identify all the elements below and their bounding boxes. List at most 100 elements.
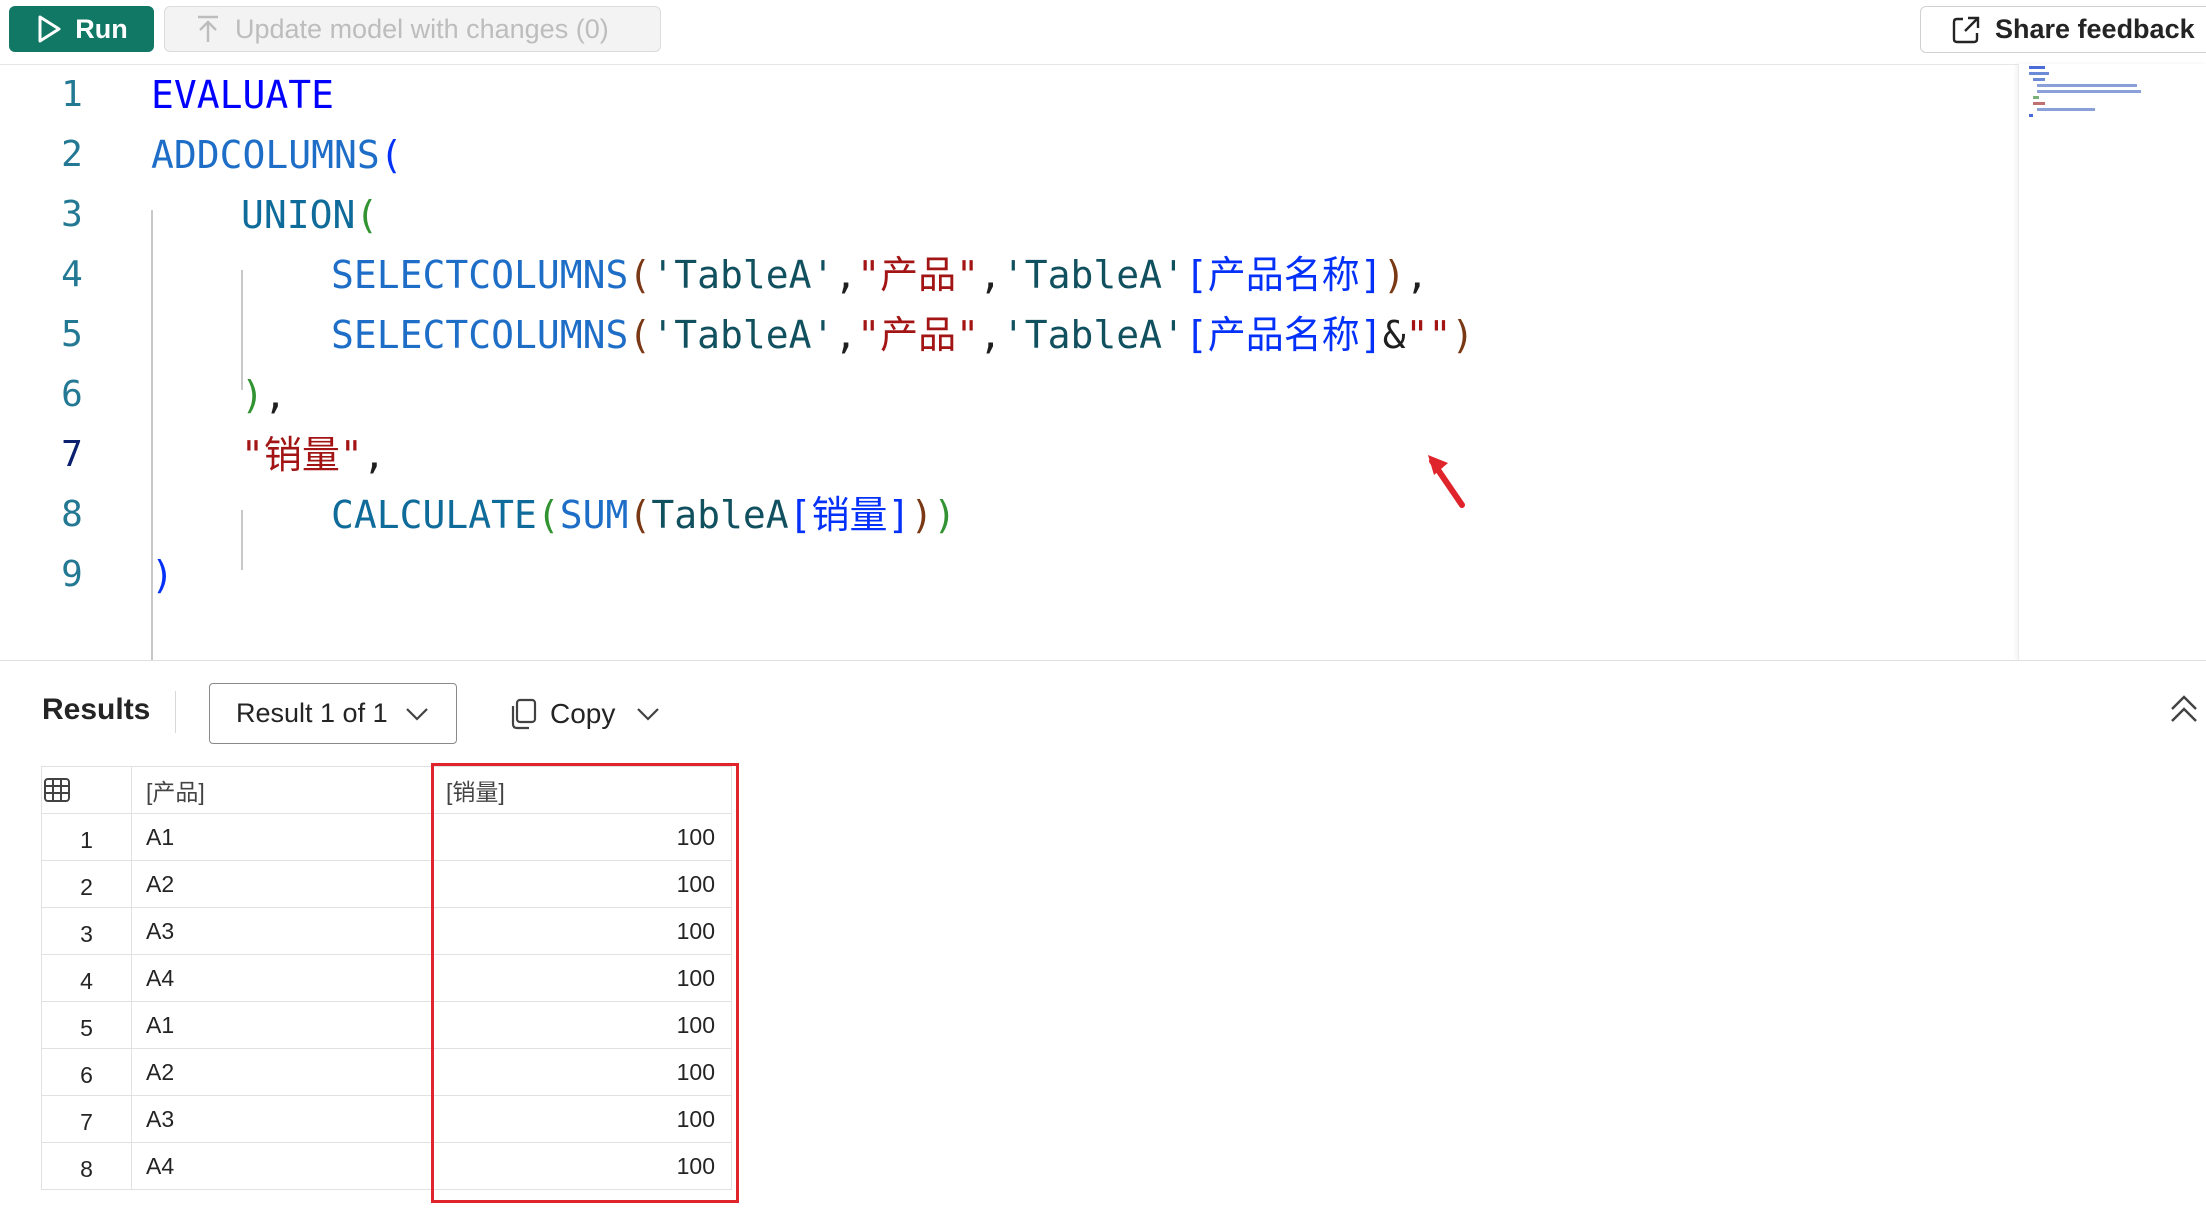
table-corner[interactable] xyxy=(41,766,132,814)
code-token: ( xyxy=(379,133,403,177)
code-token: UNION xyxy=(241,193,356,237)
results-title: Results xyxy=(42,693,151,726)
code-line[interactable]: 2 ADDCOLUMNS( xyxy=(0,125,2018,185)
code-token: ) xyxy=(933,493,957,537)
code-token: "产品" xyxy=(857,253,979,297)
table-row[interactable]: 5 A1 100 xyxy=(41,1001,732,1049)
row-index[interactable]: 1 xyxy=(41,813,132,861)
update-model-button[interactable]: Update model with changes (0) xyxy=(164,6,661,52)
copy-button[interactable]: Copy xyxy=(510,691,661,736)
minimap-line xyxy=(2029,114,2033,117)
code-token: [产品名称] xyxy=(1184,253,1383,297)
divider xyxy=(175,691,176,733)
product-cell[interactable]: A2 xyxy=(131,860,432,908)
play-icon xyxy=(38,15,61,43)
code-token: 'TableA' xyxy=(651,313,835,357)
sales-cell[interactable]: 100 xyxy=(431,954,732,1002)
sales-cell[interactable]: 100 xyxy=(431,907,732,955)
share-feedback-label: Share feedback xyxy=(1995,14,2195,44)
line-number: 3 xyxy=(61,194,83,235)
toolbar: Run Update model with changes (0) Share … xyxy=(0,0,2206,65)
minimap-line xyxy=(2037,90,2141,93)
code-token: SELECTCOLUMNS xyxy=(331,253,629,297)
code-line[interactable]: 4 SELECTCOLUMNS('TableA',"产品",'TableA'[产品… xyxy=(0,245,2018,305)
code-token: , xyxy=(834,253,858,297)
row-index[interactable]: 5 xyxy=(41,1001,132,1049)
row-index[interactable]: 7 xyxy=(41,1095,132,1143)
code-line[interactable]: 7 "销量", xyxy=(0,425,2018,485)
chevron-down-icon xyxy=(637,707,660,721)
column-header-sales[interactable]: [销量] xyxy=(431,766,732,814)
minimap-line xyxy=(2033,78,2045,81)
product-cell[interactable]: A4 xyxy=(131,1142,432,1190)
run-button[interactable]: Run xyxy=(9,6,154,52)
row-index[interactable]: 8 xyxy=(41,1142,132,1190)
results-table: [产品] [销量] 1 A1 100 2 A2 100 3 A3 100 4 A4 100 5 A1 100… xyxy=(41,766,732,1190)
line-number: 6 xyxy=(61,374,83,415)
row-index[interactable]: 6 xyxy=(41,1048,132,1096)
row-index[interactable]: 4 xyxy=(41,954,132,1002)
code-token: , xyxy=(1405,253,1429,297)
code-token: ADDCOLUMNS xyxy=(151,133,380,177)
code-token: ( xyxy=(628,493,652,537)
sales-cell[interactable]: 100 xyxy=(431,813,732,861)
result-selector-dropdown[interactable]: Result 1 of 1 xyxy=(209,683,457,744)
product-cell[interactable]: A1 xyxy=(131,813,432,861)
line-number: 2 xyxy=(61,134,83,175)
row-index[interactable]: 3 xyxy=(41,907,132,955)
share-feedback-button[interactable]: Share feedback xyxy=(1920,6,2206,53)
product-cell[interactable]: A1 xyxy=(131,1001,432,1049)
minimap-line xyxy=(2037,84,2137,87)
code-line[interactable]: 9) xyxy=(0,545,2018,605)
code-token: EVALUATE xyxy=(151,73,335,117)
sales-cell[interactable]: 100 xyxy=(431,1142,732,1190)
code-text: ) xyxy=(151,545,174,605)
dax-code-editor[interactable]: 1 EVALUATE 2 ADDCOLUMNS(3 UNION(4 SELECTCOLUM… xyxy=(0,65,2018,660)
table-row[interactable]: 3 A3 100 xyxy=(41,907,732,955)
code-token: & xyxy=(1382,313,1406,357)
code-line[interactable]: 1 EVALUATE xyxy=(0,65,2018,125)
product-cell[interactable]: A2 xyxy=(131,1048,432,1096)
sales-cell[interactable]: 100 xyxy=(431,1001,732,1049)
product-cell[interactable]: A3 xyxy=(131,1095,432,1143)
code-line[interactable]: 6), xyxy=(0,365,2018,425)
code-line[interactable]: 3 UNION( xyxy=(0,185,2018,245)
code-token: 'TableA' xyxy=(651,253,835,297)
code-text: "销量", xyxy=(241,425,386,485)
product-cell[interactable]: A4 xyxy=(131,954,432,1002)
product-cell[interactable]: A3 xyxy=(131,907,432,955)
chevron-down-icon xyxy=(405,707,428,721)
code-minimap[interactable] xyxy=(2018,64,2206,660)
sales-cell[interactable]: 100 xyxy=(431,860,732,908)
line-number: 5 xyxy=(61,314,83,355)
code-text: ADDCOLUMNS( xyxy=(151,125,403,185)
table-row[interactable]: 1 A1 100 xyxy=(41,813,732,861)
table-header-row: [产品] [销量] xyxy=(41,766,732,814)
code-token: "产品" xyxy=(857,313,979,357)
table-row[interactable]: 2 A2 100 xyxy=(41,860,732,908)
code-text: ), xyxy=(241,365,287,425)
code-line[interactable]: 5 SELECTCOLUMNS('TableA',"产品",'TableA'[产品… xyxy=(0,305,2018,365)
code-token: "销量" xyxy=(241,433,363,477)
row-index[interactable]: 2 xyxy=(41,860,132,908)
code-text: UNION( xyxy=(241,185,378,245)
table-row[interactable]: 7 A3 100 xyxy=(41,1095,732,1143)
table-row[interactable]: 6 A2 100 xyxy=(41,1048,732,1096)
column-header-product[interactable]: [产品] xyxy=(131,766,432,814)
collapse-up-icon[interactable] xyxy=(2168,691,2200,727)
table-row[interactable]: 8 A4 100 xyxy=(41,1142,732,1190)
code-token: [销量] xyxy=(788,493,911,537)
results-header: Results Result 1 of 1 Copy xyxy=(0,660,2206,751)
code-line[interactable]: 8 CALCULATE(SUM(TableA[销量])) xyxy=(0,485,2018,545)
result-selector-label: Result 1 of 1 xyxy=(236,698,388,728)
sales-cell[interactable]: 100 xyxy=(431,1048,732,1096)
sales-cell[interactable]: 100 xyxy=(431,1095,732,1143)
code-token: SELECTCOLUMNS xyxy=(331,313,629,357)
code-token: [产品名称] xyxy=(1184,313,1383,357)
table-grid-icon xyxy=(44,778,70,802)
code-token: ( xyxy=(628,313,652,357)
code-token: , xyxy=(979,253,1002,297)
upload-arrow-icon xyxy=(198,15,218,42)
minimap-line xyxy=(2029,66,2045,69)
table-row[interactable]: 4 A4 100 xyxy=(41,954,732,1002)
